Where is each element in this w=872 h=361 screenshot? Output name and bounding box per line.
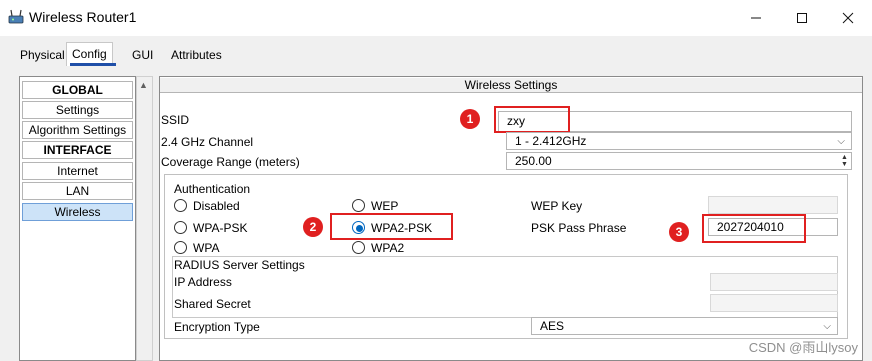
coverage-spinbox[interactable]: 250.00 ▲ ▼ xyxy=(506,152,852,170)
radio-wep[interactable] xyxy=(352,199,365,212)
scroll-up-icon[interactable]: ▲ xyxy=(139,80,148,90)
wep-key-label: WEP Key xyxy=(531,199,583,213)
radio-wpa[interactable] xyxy=(174,241,187,254)
nav-header-global: GLOBAL xyxy=(22,81,133,99)
annotation-box-1 xyxy=(494,106,570,133)
nav-header-interface: INTERFACE xyxy=(22,141,133,159)
panel-title: Wireless Settings xyxy=(160,78,862,93)
ssid-label: SSID xyxy=(161,113,190,127)
maximize-button[interactable] xyxy=(779,0,825,36)
tab-gui[interactable]: GUI xyxy=(127,44,158,66)
auth-title: Authentication xyxy=(174,182,251,196)
channel-value: 1 - 2.412GHz xyxy=(515,134,587,148)
encryption-value: AES xyxy=(540,319,565,333)
coverage-value: 250.00 xyxy=(515,154,552,168)
wep-key-input[interactable] xyxy=(708,196,838,214)
annotation-badge-2: 2 xyxy=(303,217,323,237)
ip-address-input[interactable] xyxy=(710,273,838,291)
radio-wpa-label: WPA xyxy=(193,241,220,255)
close-button[interactable] xyxy=(825,0,871,36)
encryption-label: Encryption Type xyxy=(174,320,260,334)
nav-item-settings[interactable]: Settings xyxy=(22,101,133,119)
chevron-down-icon: ⌵ xyxy=(837,136,845,147)
radio-wpa-psk[interactable] xyxy=(174,221,187,234)
encryption-select[interactable]: AES ⌵ xyxy=(531,317,838,335)
radio-wpa2-label: WPA2 xyxy=(371,241,405,255)
shared-secret-input[interactable] xyxy=(710,294,838,312)
ip-address-label: IP Address xyxy=(174,275,232,289)
channel-label: 2.4 GHz Channel xyxy=(161,135,254,149)
tab-physical[interactable]: Physical xyxy=(15,44,70,66)
shared-secret-label: Shared Secret xyxy=(174,297,251,311)
nav-scrollbar[interactable] xyxy=(136,76,153,361)
active-tab-underline xyxy=(70,63,116,66)
watermark: CSDN @雨山lysoy xyxy=(748,340,858,355)
radio-wpa2[interactable] xyxy=(352,241,365,254)
nav-item-algorithm-settings[interactable]: Algorithm Settings xyxy=(22,121,133,139)
annotation-badge-1: 1 xyxy=(460,109,480,129)
window-title: Wireless Router1 xyxy=(29,9,137,25)
router-icon xyxy=(8,9,24,24)
annotation-box-2 xyxy=(330,213,453,240)
maximize-icon xyxy=(797,13,807,23)
nav-item-wireless[interactable]: Wireless xyxy=(22,203,133,221)
radius-title: RADIUS Server Settings xyxy=(174,258,305,272)
chevron-down-icon: ⌵ xyxy=(823,321,831,332)
minimize-button[interactable] xyxy=(733,0,779,36)
nav-item-internet[interactable]: Internet xyxy=(22,162,133,180)
coverage-label: Coverage Range (meters) xyxy=(161,155,300,169)
minimize-icon xyxy=(751,17,761,19)
psk-label: PSK Pass Phrase xyxy=(531,221,627,235)
spinner-arrows-icon[interactable]: ▲ ▼ xyxy=(839,154,850,168)
close-icon xyxy=(842,12,854,24)
radio-disabled[interactable] xyxy=(174,199,187,212)
nav-item-lan[interactable]: LAN xyxy=(22,182,133,200)
channel-select[interactable]: 1 - 2.412GHz ⌵ xyxy=(506,132,852,150)
tab-attributes[interactable]: Attributes xyxy=(166,44,227,66)
radio-wep-label: WEP xyxy=(371,199,399,213)
annotation-box-3 xyxy=(702,214,806,243)
radio-wpa-psk-label: WPA-PSK xyxy=(193,221,248,235)
radio-disabled-label: Disabled xyxy=(193,199,240,213)
annotation-badge-3: 3 xyxy=(669,222,689,242)
